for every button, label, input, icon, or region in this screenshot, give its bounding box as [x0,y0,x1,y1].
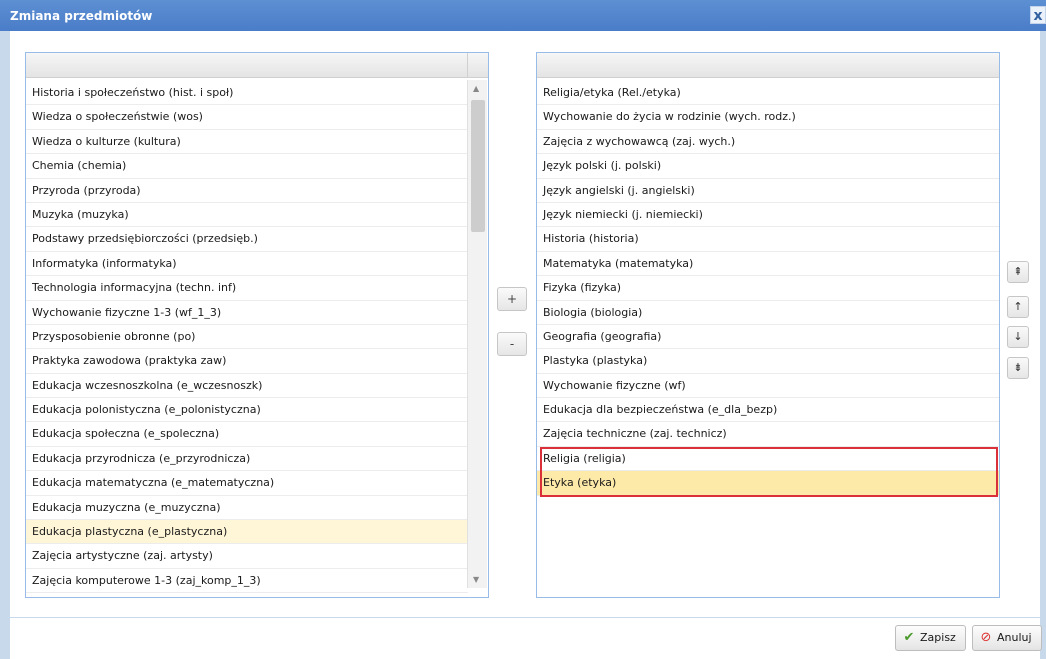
list-item[interactable]: Edukacja wczesnoszkolna (e_wczesnoszk) [26,374,468,399]
list-item[interactable]: Edukacja matematyczna (e_matematyczna) [26,471,468,496]
list-item[interactable]: Język polski (j. polski) [537,154,999,179]
move-to-top-button[interactable]: ⇞ [1007,261,1029,283]
remove-subject-button[interactable]: - [497,332,527,356]
selected-subjects-list[interactable]: Religia/etyka (Rel./etyka) Wychowanie do … [536,52,1000,598]
list-item[interactable]: Podstawy przedsiębiorczości (przedsięb.) [26,227,468,252]
window-border-right [1040,31,1046,659]
left-list-scrollbar[interactable]: ▲ ▼ [467,80,487,588]
list-item[interactable]: Matematyka (matematyka) [537,252,999,277]
list-item[interactable]: Zajęcia z wychowawcą (zaj. wych.) [537,130,999,155]
checkmark-icon: ✔ [903,630,915,645]
list-item[interactable]: Język niemiecki (j. niemiecki) [537,203,999,228]
list-header [26,53,488,78]
list-item[interactable]: Zajęcia artystyczne (zaj. artysty) [26,544,468,569]
list-item[interactable]: Wiedza o kulturze (kultura) [26,130,468,155]
list-header [537,53,999,78]
list-item[interactable]: Muzyka (muzyka) [26,203,468,228]
list-item[interactable]: Edukacja społeczna (e_spoleczna) [26,422,468,447]
list-item[interactable]: Fizyka (fizyka) [537,276,999,301]
cancel-label: Anuluj [997,631,1032,644]
list-item[interactable]: Zajęcia komputerowe 1-3 (zaj_komp_1_3) [26,569,468,594]
list-item[interactable]: Język angielski (j. angielski) [537,179,999,203]
list-item[interactable]: Wiedza o społeczeństwie (wos) [26,105,468,130]
list-item[interactable]: Religia/etyka (Rel./etyka) [537,81,999,106]
list-item[interactable]: Edukacja dla bezpieczeństwa (e_dla_bezp) [537,398,999,423]
window-border-left [0,31,10,659]
list-item[interactable]: Edukacja plastyczna (e_plastyczna) [26,520,468,545]
list-item[interactable]: Biologia (biologia) [537,301,999,325]
list-item[interactable]: Edukacja muzyczna (e_muzyczna) [26,496,468,521]
list-item[interactable]: Chemia (chemia) [26,154,468,179]
list-rows: Historia i społeczeństwo (hist. i społ) W… [26,81,488,597]
list-item[interactable]: Plastyka (plastyka) [537,349,999,374]
list-rows: Religia/etyka (Rel./etyka) Wychowanie do … [537,81,999,597]
window-titlebar: Zmiana przedmiotów x [0,0,1046,31]
move-to-bottom-button[interactable]: ⇟ [1007,357,1029,379]
scroll-thumb[interactable] [471,100,485,232]
move-up-button[interactable]: ↑ [1007,296,1029,318]
highlight-box [540,447,998,497]
list-item[interactable]: Zajęcia techniczne (zaj. technicz) [537,422,999,447]
close-icon[interactable]: x [1030,6,1046,24]
list-item[interactable]: Przyroda (przyroda) [26,179,468,203]
list-item[interactable]: Historia (historia) [537,227,999,252]
save-button[interactable]: ✔ Zapisz [895,625,966,651]
list-item[interactable]: Wychowanie fizyczne 1-3 (wf_1_3) [26,301,468,325]
list-item[interactable]: Wychowanie do życia w rodzinie (wych. ro… [537,105,999,130]
list-item[interactable]: Informatyka (informatyka) [26,252,468,277]
no-entry-icon: ⊘ [980,630,992,645]
list-item[interactable]: Edukacja przyrodnicza (e_przyrodnicza) [26,447,468,472]
list-item[interactable]: Historia i społeczeństwo (hist. i społ) [26,81,468,106]
list-item[interactable]: Wychowanie fizyczne (wf) [537,374,999,399]
list-item[interactable]: Przysposobienie obronne (po) [26,325,468,350]
list-item[interactable]: Praktyka zawodowa (praktyka zaw) [26,349,468,374]
footer-divider [10,617,1040,618]
add-subject-button[interactable]: + [497,287,527,311]
cancel-button[interactable]: ⊘ Anuluj [972,625,1042,651]
save-label: Zapisz [920,631,956,644]
window-title: Zmiana przedmiotów [10,9,153,23]
scroll-down-arrow-icon[interactable]: ▼ [473,575,479,584]
list-item[interactable]: Edukacja polonistyczna (e_polonistyczna) [26,398,468,423]
available-subjects-list[interactable]: Historia i społeczeństwo (hist. i społ) W… [25,52,489,598]
scroll-up-arrow-icon[interactable]: ▲ [473,84,479,93]
list-item[interactable]: Technologia informacyjna (techn. inf) [26,276,468,301]
move-down-button[interactable]: ↓ [1007,326,1029,348]
list-item[interactable]: Geografia (geografia) [537,325,999,350]
